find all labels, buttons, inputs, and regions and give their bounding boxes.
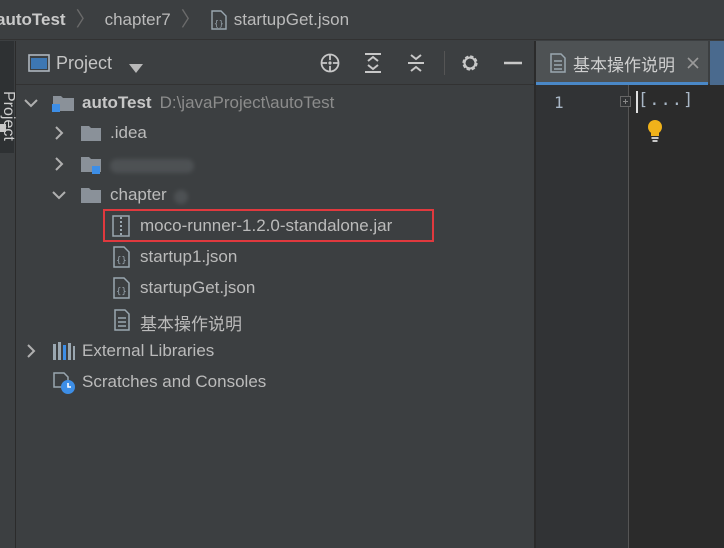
- tree-label-root: autoTest D:\javaProject\autoTest: [82, 93, 335, 112]
- text-file-icon: [114, 309, 130, 331]
- breadcrumb-item-autotest[interactable]: autoTest: [0, 10, 66, 30]
- module-folder-icon: [80, 155, 104, 175]
- svg-text:{}: {}: [116, 287, 127, 297]
- tree-label-external-libraries: External Libraries: [82, 341, 215, 360]
- tree-label-startupget: startupGet.json: [140, 278, 256, 297]
- gear-icon[interactable]: [459, 52, 481, 74]
- editor-tab-label: 基本操作说明: [573, 55, 675, 75]
- tree-row-idea[interactable]: .idea: [16, 118, 534, 148]
- breadcrumb-separator: 〉: [75, 8, 96, 31]
- breadcrumb-file-label: startupGet.json: [233, 9, 350, 29]
- tree-label-scratches: Scratches and Consoles: [82, 372, 267, 391]
- chevron-down-icon[interactable]: [24, 96, 38, 110]
- chevron-down-icon[interactable]: [52, 188, 66, 202]
- root-path: D:\javaProject\autoTest: [159, 93, 335, 112]
- minimize-icon[interactable]: [502, 52, 524, 74]
- editor-tab-bar: 基本操作说明: [536, 41, 724, 85]
- expand-all-icon[interactable]: [362, 52, 384, 74]
- project-panel: Project autoTest D:\javaProject\autoTest…: [16, 41, 534, 548]
- tree-row-readme[interactable]: 基本操作说明: [16, 305, 534, 335]
- scratches-icon: [52, 371, 78, 395]
- chevron-right-icon[interactable]: [52, 157, 66, 171]
- svg-text:{}: {}: [214, 19, 224, 28]
- svg-text:{}: {}: [116, 256, 127, 266]
- tree-row-startupget[interactable]: {} startupGet.json: [16, 273, 534, 303]
- tree-label-readme: 基本操作说明: [140, 315, 242, 334]
- editor-tab-readme[interactable]: 基本操作说明: [536, 41, 708, 85]
- tree-row-scratches[interactable]: Scratches and Consoles: [16, 367, 534, 397]
- close-icon[interactable]: [686, 55, 700, 75]
- lightbulb-icon[interactable]: [646, 119, 664, 148]
- breadcrumb-item-chapter7[interactable]: chapter7: [105, 10, 171, 30]
- project-panel-header: Project: [16, 41, 534, 85]
- folder-icon: [80, 124, 102, 142]
- json-file-icon: {}: [112, 277, 132, 299]
- redacted-chapter-suffix: [174, 190, 188, 204]
- toolbar-divider: [444, 51, 445, 75]
- redacted-module-name: [110, 159, 194, 173]
- tree-row-startup1[interactable]: {} startup1.json: [16, 242, 534, 272]
- editor-area: 基本操作说明 1 [...]: [536, 41, 724, 548]
- breadcrumb-item-file[interactable]: {} startupGet.json: [210, 10, 349, 30]
- breadcrumb: autoTest 〉 chapter7 〉 {} startupGet.json: [0, 0, 724, 40]
- editor-gutter: [536, 85, 628, 548]
- collapse-all-icon[interactable]: [405, 52, 427, 74]
- breadcrumb-separator: 〉: [180, 8, 201, 31]
- chevron-down-icon[interactable]: [129, 58, 143, 78]
- tree-label-idea: .idea: [110, 123, 147, 142]
- tree-row-chapter[interactable]: chapter: [16, 180, 534, 210]
- tree-row-external-libraries[interactable]: External Libraries: [16, 336, 534, 366]
- project-tool-tab-label: Project: [0, 91, 17, 141]
- tree-label-startup1: startup1.json: [140, 247, 238, 266]
- line-number: 1: [554, 93, 564, 112]
- editor-tab-overflow[interactable]: [710, 41, 724, 85]
- gutter-divider: [628, 85, 629, 548]
- tree-row-module[interactable]: [16, 149, 534, 179]
- json-file-icon: {}: [210, 9, 228, 30]
- locate-icon[interactable]: [319, 52, 341, 74]
- folded-code-placeholder[interactable]: [...]: [638, 90, 694, 110]
- tree-label-chapter: chapter: [110, 185, 167, 204]
- fold-expand-icon[interactable]: [620, 96, 631, 107]
- project-window-icon: [28, 53, 50, 78]
- folder-icon: [80, 186, 102, 204]
- annotation-highlight-box: [103, 209, 434, 242]
- tool-tab-marker: [0, 124, 6, 132]
- text-file-icon: [550, 53, 566, 73]
- tree-row-root[interactable]: autoTest D:\javaProject\autoTest: [16, 88, 534, 118]
- chevron-right-icon[interactable]: [24, 344, 38, 358]
- project-view-selector[interactable]: Project: [56, 53, 112, 74]
- module-folder-icon: [52, 93, 76, 113]
- project-tool-tab[interactable]: Project: [0, 41, 17, 153]
- library-icon: [52, 341, 76, 361]
- json-file-icon: {}: [112, 246, 132, 268]
- chevron-right-icon[interactable]: [52, 126, 66, 140]
